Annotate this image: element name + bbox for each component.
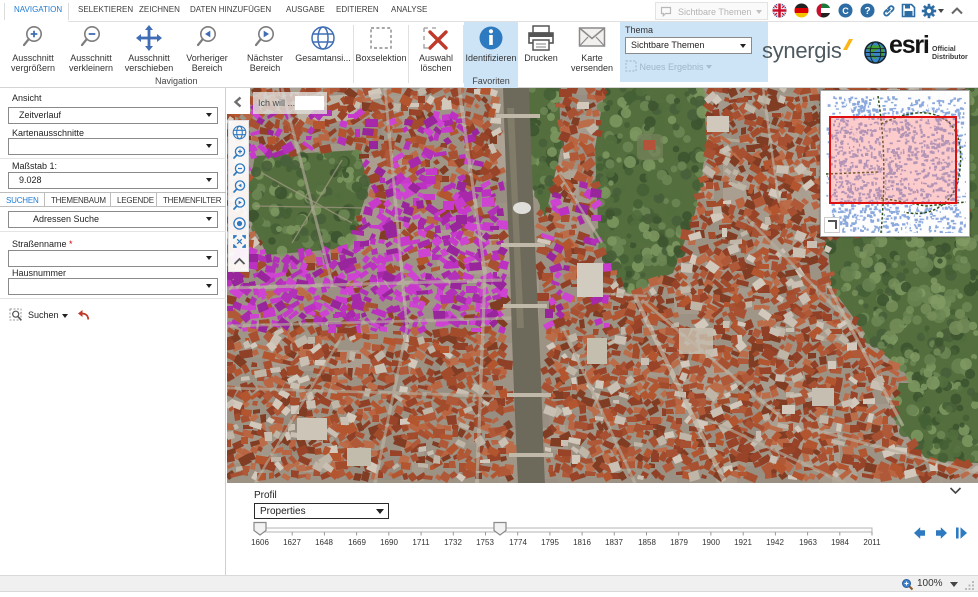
svg-text:C: C xyxy=(842,6,849,16)
svg-text:?: ? xyxy=(864,6,870,17)
